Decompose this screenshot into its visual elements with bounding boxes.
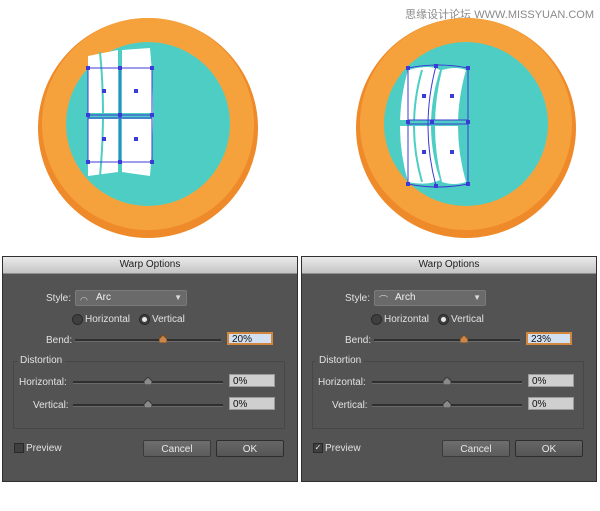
distortion-group (13, 361, 285, 429)
horizontal-distortion-label: Horizontal: (19, 377, 67, 388)
horizontal-radio[interactable] (72, 314, 83, 325)
artboard-left (38, 18, 258, 238)
cancel-button[interactable]: Cancel (143, 440, 211, 457)
horizontal-distortion-thumb[interactable] (144, 377, 152, 385)
horizontal-radio-label: Horizontal (85, 314, 131, 325)
horizontal-distortion-thumb[interactable] (443, 377, 451, 385)
arc-icon: ◠ (80, 295, 88, 305)
chevron-down-icon: ▼ (174, 293, 182, 302)
horizontal-radio[interactable] (371, 314, 382, 325)
vertical-distortion-thumb[interactable] (144, 400, 152, 408)
horizontal-distortion-field[interactable]: 0% (528, 374, 574, 387)
vertical-distortion-label: Vertical: (332, 400, 368, 411)
warped-graphic[interactable] (398, 67, 470, 184)
bend-field[interactable]: 20% (227, 332, 273, 345)
warp-options-dialog-right: Warp Options Style: ⌒ Arch ▼ Horizontal … (301, 256, 597, 482)
ok-button[interactable]: OK (216, 440, 284, 457)
distortion-legend: Distortion (17, 355, 66, 366)
style-select[interactable]: ⌒ Arch ▼ (374, 290, 486, 306)
vertical-distortion-field[interactable]: 0% (229, 397, 275, 410)
style-select[interactable]: ◠ Arc ▼ (75, 290, 187, 306)
bend-slider-thumb[interactable] (459, 335, 468, 343)
bend-slider-thumb[interactable] (158, 335, 167, 343)
vertical-radio[interactable] (438, 314, 449, 325)
vertical-distortion-thumb[interactable] (443, 400, 451, 408)
bend-field[interactable]: 23% (526, 332, 572, 345)
horizontal-radio-label: Horizontal (384, 314, 430, 325)
style-label: Style: (345, 293, 371, 304)
bend-slider-track[interactable] (374, 339, 520, 342)
vertical-distortion-field[interactable]: 0% (528, 397, 574, 410)
bend-label: Bend: (46, 335, 73, 346)
warp-options-dialog-left: Warp Options Style: ◠ Arc ▼ Horizontal V… (2, 256, 298, 482)
ok-button[interactable]: OK (515, 440, 583, 457)
dialog-title: Warp Options (3, 257, 297, 274)
distortion-legend: Distortion (316, 355, 365, 366)
artboard-right (356, 18, 576, 238)
distortion-group (312, 361, 584, 429)
preview-checkbox[interactable] (14, 443, 24, 453)
vertical-radio-label: Vertical (451, 314, 484, 325)
style-label: Style: (46, 293, 72, 304)
vertical-distortion-label: Vertical: (33, 400, 69, 411)
dialog-title: Warp Options (302, 257, 596, 274)
bend-label: Bend: (345, 335, 372, 346)
vertical-radio[interactable] (139, 314, 150, 325)
preview-checkbox[interactable]: ✓ (313, 443, 323, 453)
cancel-button[interactable]: Cancel (442, 440, 510, 457)
preview-label: Preview (325, 443, 361, 454)
style-value: Arc (96, 292, 111, 303)
arch-icon: ⌒ (379, 295, 389, 305)
horizontal-distortion-field[interactable]: 0% (229, 374, 275, 387)
style-value: Arch (395, 292, 416, 303)
preview-label: Preview (26, 443, 62, 454)
chevron-down-icon: ▼ (473, 293, 481, 302)
vertical-radio-label: Vertical (152, 314, 185, 325)
bend-slider-track[interactable] (75, 339, 221, 342)
horizontal-distortion-label: Horizontal: (318, 377, 366, 388)
